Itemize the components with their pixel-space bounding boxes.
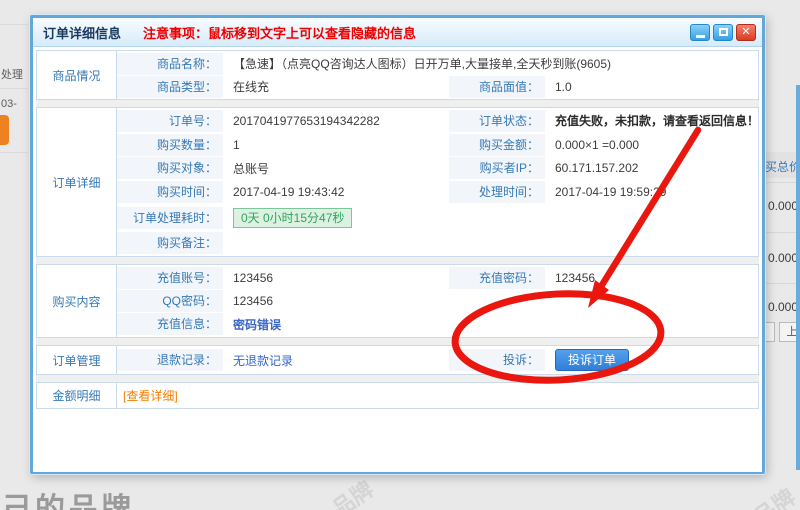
row-amount-detail: [查看详细]: [117, 384, 758, 407]
section-gap: [36, 100, 759, 107]
field-label: 商品面值：: [449, 76, 545, 98]
elapsed-cell: 0天 0小时15分47秒: [223, 208, 758, 228]
field-label: 商品类型：: [117, 76, 223, 98]
refund-record-value: 无退款记录: [223, 352, 449, 369]
row-elapsed: 订单处理耗时： 0天 0小时15分47秒: [117, 204, 758, 232]
section-gap: [36, 338, 759, 345]
row-product-type: 商品类型： 在线充 商品面值： 1.0: [117, 75, 758, 98]
maximize-button[interactable]: [713, 24, 733, 41]
section-amount-detail: 金额明细 [查看详细]: [36, 382, 759, 409]
bg-table-value: 0.000: [768, 199, 798, 213]
section-content: 购买内容 充值账号： 123456 充值密码： 123456 QQ密码： 123…: [36, 264, 759, 338]
complaint-cell: 投诉订单: [545, 349, 758, 371]
bg-table-value: 0.000: [768, 251, 798, 265]
dialog-content: 商品情况 商品名称： 【急速】（点亮QQ咨询达人图标）日开万单,大量接单,全天秒…: [33, 47, 762, 472]
bg-pager-button-fragment: [764, 322, 775, 342]
field-label: 购买金额：: [449, 134, 545, 156]
buyer-ip-value: 60.171.157.202: [545, 161, 758, 175]
recharge-account-value: 123456: [223, 271, 449, 285]
section-title: 购买内容: [37, 265, 117, 337]
order-status-value: 充值失败，未扣款，请查看返回信息！: [545, 112, 758, 129]
field-label: 购买数量：: [117, 134, 223, 156]
section-title: 商品情况: [37, 51, 117, 99]
view-detail-link[interactable]: [查看详细]: [117, 387, 758, 404]
section-product: 商品情况 商品名称： 【急速】（点亮QQ咨询达人图标）日开万单,大量接单,全天秒…: [36, 50, 759, 100]
field-label: 购买者IP：: [449, 157, 545, 179]
minimize-icon: [696, 35, 705, 38]
field-label: 订单处理耗时：: [117, 207, 223, 229]
recharge-info-value: 密码错误: [223, 316, 758, 333]
process-time-value: 2017-04-19 19:59:29: [545, 185, 758, 199]
dialog-titlebar: 订单详细信息 注意事项：鼠标移到文字上可以查看隐藏的信息 ✕: [33, 18, 762, 47]
row-recharge-account: 充值账号： 123456 充值密码： 123456: [117, 266, 758, 289]
bg-row-line: [0, 88, 28, 89]
close-icon: ✕: [741, 27, 750, 38]
field-label: 充值账号：: [117, 267, 223, 289]
amount-value: 0.000×1 =0.000: [545, 138, 758, 152]
field-label: QQ密码：: [117, 290, 223, 312]
dialog-notice: 注意事项：鼠标移到文字上可以查看隐藏的信息: [143, 23, 416, 42]
product-type-value: 在线充: [223, 78, 449, 95]
section-title: 订单管理: [37, 346, 117, 374]
bg-table-line: [766, 182, 800, 183]
target-value: 总账号: [223, 160, 449, 177]
field-label: 充值信息：: [117, 313, 223, 335]
row-product-name: 商品名称： 【急速】（点亮QQ咨询达人图标）日开万单,大量接单,全天秒到账(96…: [117, 52, 758, 75]
product-face-value: 1.0: [545, 80, 758, 94]
row-recharge-info: 充值信息： 密码错误: [117, 313, 758, 336]
field-label: 购买对象：: [117, 157, 223, 179]
field-label: 退款记录：: [117, 349, 223, 371]
quantity-value: 1: [223, 138, 449, 152]
watermark-text: 品牌: [325, 472, 379, 510]
qq-password-value: 123456: [223, 294, 758, 308]
row-order-no: 订单号： 2017041977653194342282 订单状态： 充值失败，未…: [117, 109, 758, 133]
bg-left-text-fragment: 处理: [1, 66, 23, 82]
row-qq-password: QQ密码： 123456: [117, 289, 758, 312]
bg-left-text-fragment: 03-: [1, 98, 17, 110]
field-label: 购买备注：: [117, 232, 223, 254]
section-title: 金额明细: [37, 383, 117, 408]
bg-row-line: [0, 24, 28, 25]
section-order: 订单详细 订单号： 2017041977653194342282 订单状态： 充…: [36, 107, 759, 257]
bg-table-line: [766, 283, 800, 284]
page: 处理 03- 购买总价 0.000 0.000 0.000 上 己的品牌 品牌 …: [0, 0, 800, 510]
section-gap: [36, 257, 759, 264]
minimize-button[interactable]: [690, 24, 710, 41]
bg-panel-edge: [796, 85, 800, 470]
buy-time-value: 2017-04-19 19:43:42: [223, 185, 449, 199]
complaint-order-button[interactable]: 投诉订单: [555, 349, 629, 371]
close-button[interactable]: ✕: [736, 24, 756, 41]
field-label: 投诉：: [449, 349, 545, 371]
dialog-title: 订单详细信息: [33, 23, 121, 42]
field-label: 商品名称：: [117, 53, 223, 75]
bg-bottom-heading-fragment: 己的品牌: [2, 484, 134, 510]
order-no-value: 2017041977653194342282: [223, 114, 449, 128]
field-label: 充值密码：: [449, 267, 545, 289]
elapsed-badge: 0天 0小时15分47秒: [233, 208, 352, 228]
section-manage: 订单管理 退款记录： 无退款记录 投诉： 投诉订单: [36, 345, 759, 375]
row-remark: 购买备注：: [117, 231, 758, 255]
field-label: 订单状态：: [449, 110, 545, 132]
row-times: 购买时间： 2017-04-19 19:43:42 处理时间： 2017-04-…: [117, 180, 758, 204]
row-target: 购买对象： 总账号 购买者IP： 60.171.157.202: [117, 156, 758, 180]
recharge-password-value: 123456: [545, 271, 758, 285]
section-title: 订单详细: [37, 108, 117, 256]
bg-table-value: 0.000: [768, 300, 798, 314]
row-manage: 退款记录： 无退款记录 投诉： 投诉订单: [117, 347, 758, 373]
maximize-icon: [719, 28, 728, 36]
field-label: 订单号：: [117, 110, 223, 132]
bg-table-line: [766, 232, 800, 233]
field-label: 处理时间：: [449, 181, 545, 203]
section-gap: [36, 375, 759, 382]
watermark-text: 品牌: [747, 480, 800, 510]
order-detail-dialog: 订单详细信息 注意事项：鼠标移到文字上可以查看隐藏的信息 ✕ 商品情况 商品名称…: [30, 15, 765, 474]
product-name-value: 【急速】（点亮QQ咨询达人图标）日开万单,大量接单,全天秒到账(9605): [223, 55, 758, 72]
window-controls: ✕: [690, 24, 762, 41]
field-label: 购买时间：: [117, 181, 223, 203]
bg-row-line: [0, 152, 28, 153]
row-quantity: 购买数量： 1 购买金额： 0.000×1 =0.000: [117, 133, 758, 157]
bg-orange-button-fragment: [0, 115, 9, 145]
